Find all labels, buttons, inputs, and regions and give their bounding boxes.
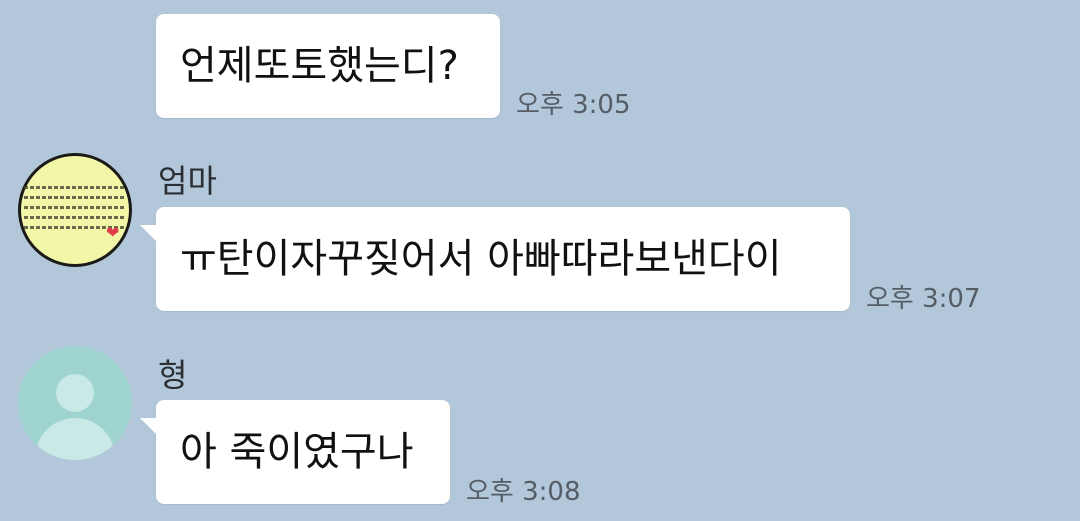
message-timestamp: 오후 3:05 [516, 90, 631, 120]
message-bubble[interactable]: 아 죽이였구나 [140, 400, 450, 504]
chat-area[interactable]: 언제또토했는디? 오후 3:05 ❤ 엄마 ㅠ탄이자꾸짖어서 아빠따라보낸다이 … [0, 0, 1080, 521]
default-profile-avatar[interactable] [18, 346, 132, 460]
message-text: 언제또토했는디? [180, 43, 459, 89]
message-text: ㅠ탄이자꾸짖어서 아빠따라보낸다이 [180, 236, 782, 282]
photo-text-lines [18, 179, 132, 229]
person-shoulders-icon [35, 418, 115, 460]
sender-name[interactable]: 엄마 [158, 156, 217, 202]
message-text: 아 죽이였구나 [180, 429, 414, 475]
message-bubble[interactable]: 언제또토했는디? [156, 14, 500, 118]
person-head-icon [56, 374, 94, 412]
message-timestamp: 오후 3:08 [466, 477, 581, 507]
heart-icon: ❤ [106, 223, 120, 242]
message-bubble[interactable]: ㅠ탄이자꾸짖어서 아빠따라보낸다이 [140, 207, 850, 311]
sender-name[interactable]: 형 [158, 350, 187, 396]
message-timestamp: 오후 3:07 [866, 284, 981, 314]
profile-photo-avatar[interactable]: ❤ [18, 153, 132, 267]
